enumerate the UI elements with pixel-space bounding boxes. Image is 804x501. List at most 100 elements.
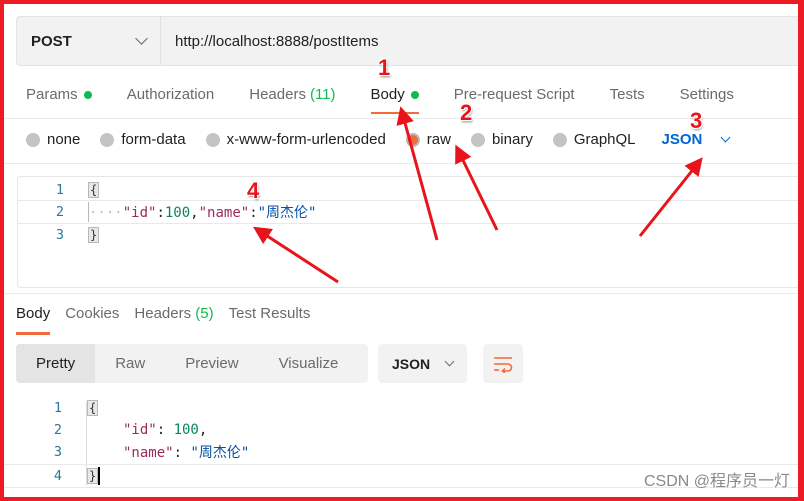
radio-binary[interactable]: binary xyxy=(470,131,533,148)
json-key: "id" xyxy=(123,422,157,438)
radio-icon xyxy=(26,132,40,147)
tab-label: Headers xyxy=(134,305,192,322)
response-format-select[interactable]: JSON xyxy=(378,344,467,383)
response-tabs: Body Cookies Headers (5) Test Results xyxy=(16,305,325,335)
active-tab-indicator xyxy=(370,112,419,114)
tab-authorization[interactable]: Authorization xyxy=(127,86,215,103)
radio-selected-icon xyxy=(405,132,420,147)
tab-label: Cookies xyxy=(65,305,120,322)
radio-none[interactable]: none xyxy=(26,131,80,148)
response-tab-headers[interactable]: Headers (5) xyxy=(134,305,213,322)
request-url-bar: POST http://localhost:8888/postItems xyxy=(16,16,804,66)
active-tab-indicator xyxy=(16,332,51,335)
text-cursor xyxy=(98,467,101,485)
request-tabs: Params Authorization Headers (11) Body P… xyxy=(26,86,769,114)
punct: : xyxy=(156,205,165,221)
brace-match: } xyxy=(88,227,100,243)
tab-params[interactable]: Params xyxy=(26,86,92,103)
view-visualize-button[interactable]: Visualize xyxy=(259,344,359,383)
code-line: 1 { xyxy=(18,179,804,201)
tab-body[interactable]: Body xyxy=(370,86,419,114)
code-line: 3 "name": "周杰伦" xyxy=(0,441,804,463)
wrap-lines-button[interactable] xyxy=(483,344,523,383)
code-text: } xyxy=(88,227,100,243)
code-text: } xyxy=(87,467,101,485)
json-number: 100 xyxy=(164,205,191,221)
response-tab-test-results[interactable]: Test Results xyxy=(229,305,311,322)
tab-tests[interactable]: Tests xyxy=(610,86,645,103)
tab-label: Tests xyxy=(609,86,645,103)
code-text: { xyxy=(87,400,99,416)
wrap-lines-icon xyxy=(494,356,513,373)
response-format-label: JSON xyxy=(392,355,431,372)
radio-x-www-form-urlencoded[interactable]: x-www-form-urlencoded xyxy=(205,131,386,148)
tab-label: Test Results xyxy=(228,305,311,322)
radio-label: GraphQL xyxy=(573,131,636,148)
radio-label: binary xyxy=(491,131,533,148)
annotation-number-4: 4 xyxy=(247,178,260,203)
line-number: 3 xyxy=(55,227,64,243)
header-count-badge: (5) xyxy=(195,305,214,322)
annotation-number-1: 1 xyxy=(378,55,391,80)
divider xyxy=(4,118,804,119)
json-key: "id" xyxy=(122,205,157,221)
radio-icon xyxy=(205,132,220,147)
radio-graphql[interactable]: GraphQL xyxy=(552,131,636,148)
url-input[interactable]: http://localhost:8888/postItems xyxy=(161,33,378,50)
radio-icon xyxy=(470,132,485,147)
json-key: "name" xyxy=(198,205,250,221)
json-string: "周杰伦" xyxy=(257,205,317,221)
tab-headers[interactable]: Headers (11) xyxy=(249,86,335,103)
chevron-down-icon xyxy=(720,132,731,143)
view-pretty-button[interactable]: Pretty xyxy=(16,344,96,383)
tab-label: Params xyxy=(26,86,78,103)
status-dot-icon xyxy=(410,90,419,99)
header-count-badge: (11) xyxy=(309,86,336,103)
code-text: "name": "周杰伦" xyxy=(123,445,250,461)
body-type-radio-group: none form-data x-www-form-urlencoded raw… xyxy=(26,131,731,148)
radio-icon xyxy=(100,132,115,147)
view-preview-button[interactable]: Preview xyxy=(165,344,258,383)
divider xyxy=(4,293,804,294)
tab-settings[interactable]: Settings xyxy=(680,86,734,103)
chevron-down-icon xyxy=(444,356,455,367)
tab-label: Settings xyxy=(679,86,734,103)
line-number: 4 xyxy=(53,468,62,484)
radio-form-data[interactable]: form-data xyxy=(100,131,186,148)
code-line-active: 2 ····"id":100,"name":"周杰伦" xyxy=(18,200,804,224)
brace-match: { xyxy=(87,400,99,416)
radio-label: form-data xyxy=(121,131,186,148)
radio-label: raw xyxy=(426,131,451,148)
watermark: CSDN @程序员一灯 xyxy=(643,473,790,490)
code-line: 2 "id": 100, xyxy=(0,419,804,441)
response-tab-body[interactable]: Body xyxy=(16,305,51,335)
annotation-number-3: 3 xyxy=(690,108,703,133)
code-line: 3 } xyxy=(18,224,804,246)
tab-label: Headers xyxy=(249,86,306,103)
whitespace-dots: ···· xyxy=(89,205,123,221)
json-number: 100 xyxy=(173,422,199,438)
brace-match: { xyxy=(88,182,100,198)
method-select[interactable]: POST xyxy=(17,17,161,65)
line-number: 1 xyxy=(53,400,62,416)
tab-label: Authorization xyxy=(126,86,215,103)
code-line: 1 { xyxy=(0,397,804,419)
line-number: 2 xyxy=(53,422,62,438)
line-number: 1 xyxy=(55,182,64,198)
response-tab-cookies[interactable]: Cookies xyxy=(65,305,119,322)
method-label: POST xyxy=(31,32,72,50)
annotation-number-2: 2 xyxy=(460,100,473,125)
view-mode-segmented-control: Pretty Raw Preview Visualize xyxy=(16,344,368,383)
chevron-down-icon xyxy=(135,32,148,45)
code-text: "id": 100, xyxy=(123,422,208,438)
request-body-editor[interactable]: 1 { 2 ····"id":100,"name":"周杰伦" 3 } xyxy=(17,176,804,288)
code-text: { xyxy=(88,182,100,198)
view-raw-button[interactable]: Raw xyxy=(95,344,165,383)
code-text: ····"id":100,"name":"周杰伦" xyxy=(88,202,316,222)
radio-raw[interactable]: raw xyxy=(405,131,451,148)
radio-label: x-www-form-urlencoded xyxy=(226,131,386,148)
line-number: 3 xyxy=(53,444,62,460)
radio-label: none xyxy=(47,131,81,148)
tab-label: Body xyxy=(370,86,405,103)
json-string: "周杰伦" xyxy=(190,445,250,461)
